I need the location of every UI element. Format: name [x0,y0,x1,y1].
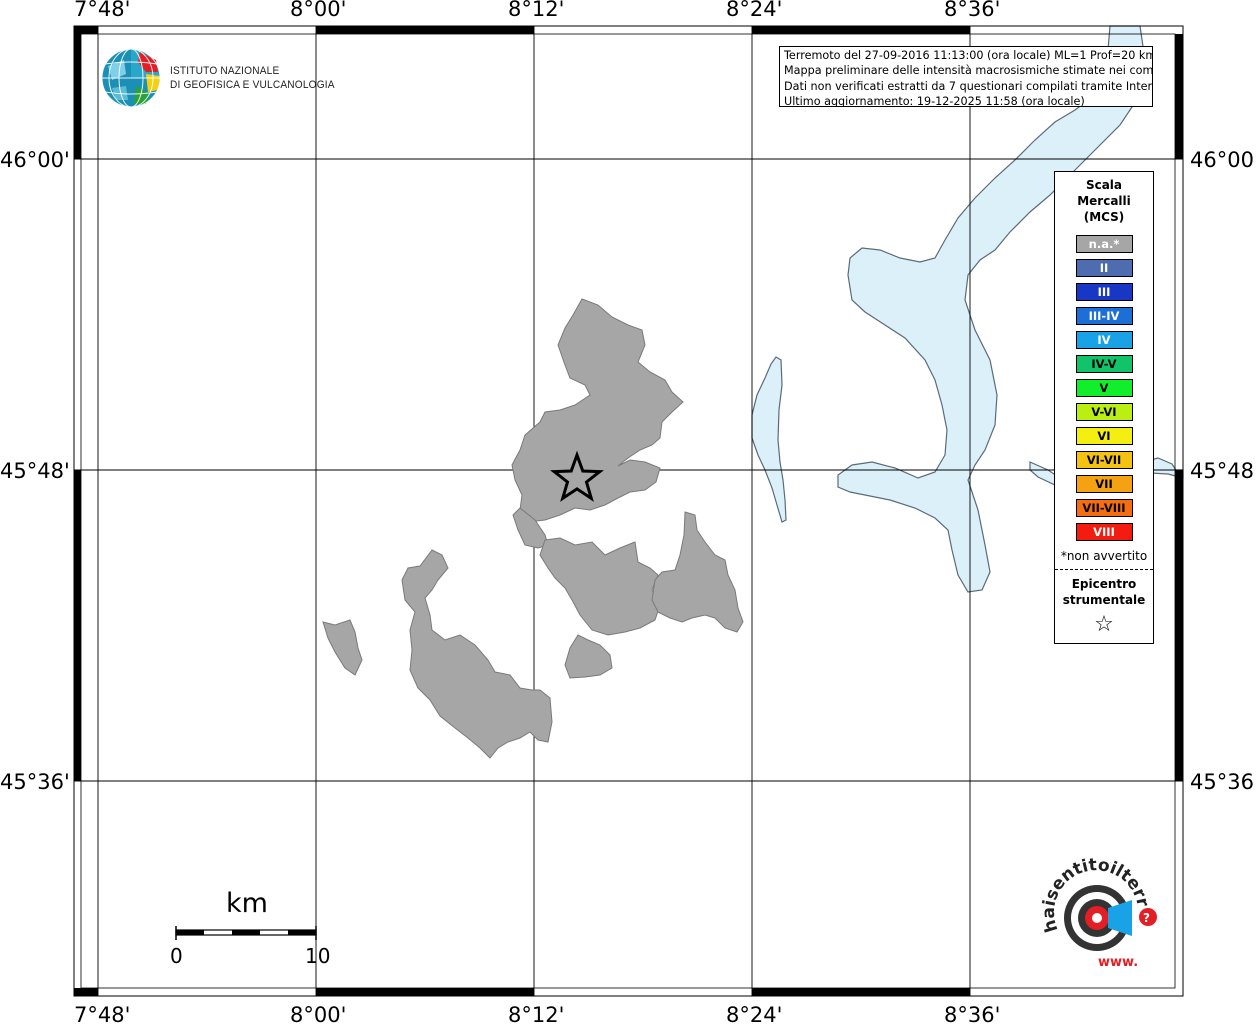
left-label-2: 45°48' [0,459,70,483]
legend-items: n.a.* II III III-IV IV IV-V V V-VI VI VI-VII VII VI… [1055,235,1153,541]
right-label-2: 45°48' [1190,459,1256,483]
right-label-3: 45°36' [1190,770,1256,794]
legend-note: *non avvertito [1060,549,1148,563]
legend-item-3: III-IV [1075,307,1133,325]
legend-item-11: VII-VIII [1075,499,1133,517]
legend-title-line-2: Mercalli [1077,194,1131,208]
ingv-line-2: DI GEOFISICA E VULCANOLOGIA [170,79,335,91]
legend-star-icon: ☆ [1094,612,1114,637]
ingv-line-1: ISTITUTO NAZIONALE [170,65,280,77]
legend-item-9: VI-VII [1075,451,1133,469]
top-label-5: 8°36' [944,0,1000,21]
legend-item-5: IV-V [1075,355,1133,373]
legend-separator [1055,569,1153,570]
legend-item-12: VIII [1075,523,1133,541]
event-info-box: Terremoto del 27-09-2016 11:13:00 (ora l… [779,46,1153,107]
legend-title: Scala Mercalli (MCS) [1055,177,1153,225]
legend-epicenter-label: Epicentro strumentale [1055,576,1153,608]
info-line-1: Terremoto del 27-09-2016 11:13:00 (ora l… [784,49,1153,62]
legend-epicenter-line-2: strumentale [1062,593,1146,607]
top-label-3: 8°12' [508,0,564,21]
ingv-logo-text: ISTITUTO NAZIONALE DI GEOFISICA E VULCAN… [170,64,335,92]
scale-end: 10 [305,944,331,968]
bottom-label-5: 8°36' [944,1003,1000,1024]
ingv-globe-logo [101,48,161,108]
legend-title-line-3: (MCS) [1083,210,1125,224]
right-label-1: 46°00' [1190,148,1256,172]
info-line-2: Mappa preliminare delle intensità macros… [784,64,1153,78]
legend-title-line-1: Scala [1085,178,1123,192]
bottom-label-1: 7°48' [74,1003,130,1024]
scale-unit: km [226,888,268,919]
legend-item-7: V-VI [1075,403,1133,421]
legend-item-2: III [1075,283,1133,301]
info-line-3: Dati non verificati estratti da 7 questi… [784,79,1153,93]
legend-item-10: VII [1075,475,1133,493]
legend-item-1: II [1075,259,1133,277]
mcs-legend: Scala Mercalli (MCS) n.a.* II III III-IV IV I… [1054,171,1154,644]
scale-start: 0 [170,944,183,968]
legend-item-8: VI [1075,427,1133,445]
left-label-3: 45°36' [0,770,70,794]
badge-question-mark: ? [1143,911,1150,925]
info-line-4: Ultimo aggiornamento: 19-12-2025 11:58 (… [784,95,1085,107]
top-label-4: 8°24' [726,0,782,21]
top-label-1: 7°48' [74,0,130,21]
legend-epicenter-line-1: Epicentro [1071,577,1137,591]
badge-www-text: www. [1098,955,1138,970]
legend-item-6: V [1075,379,1133,397]
left-label-1: 46°00' [0,148,70,172]
legend-item-0: n.a.* [1075,235,1133,253]
legend-item-4: IV [1075,331,1133,349]
top-label-2: 8°00' [290,0,346,21]
bottom-label-4: 8°24' [726,1003,782,1024]
bottom-label-3: 8°12' [508,1003,564,1024]
bottom-label-2: 8°00' [290,1003,346,1024]
